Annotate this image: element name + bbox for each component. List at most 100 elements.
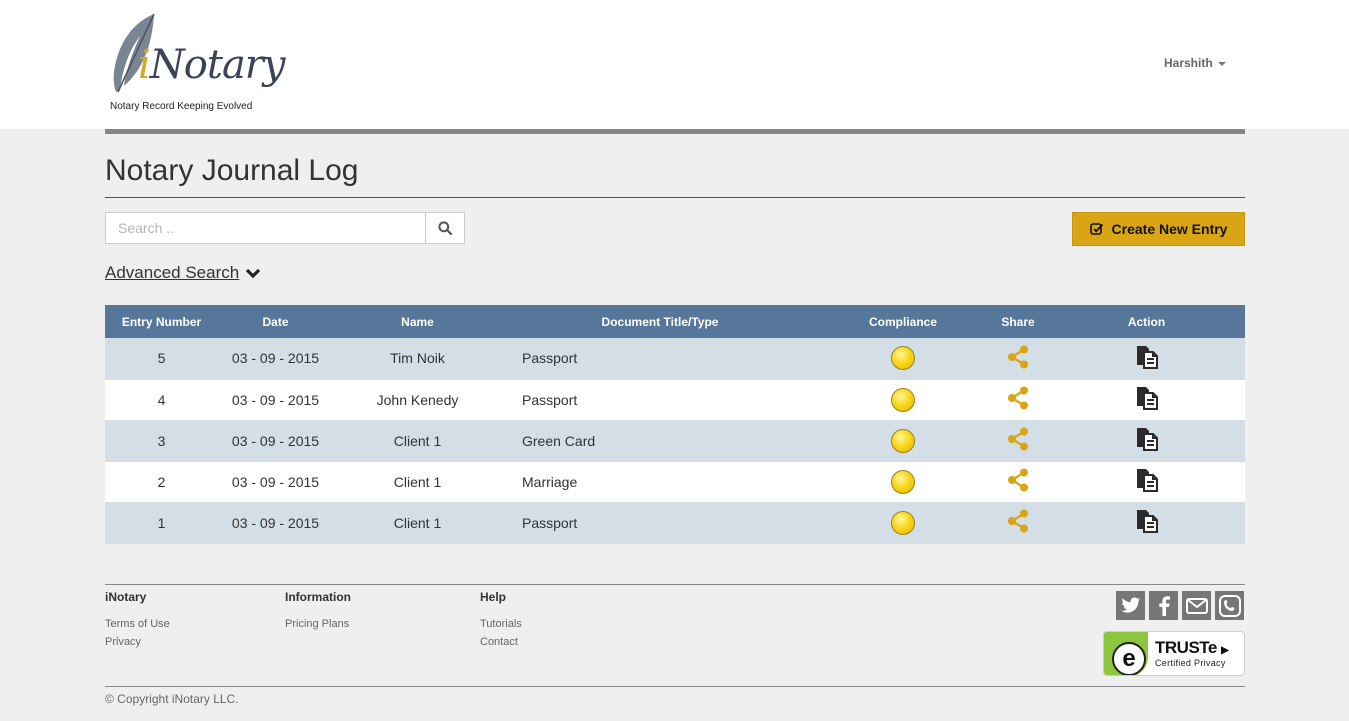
cell-share [988, 338, 1048, 380]
email-button[interactable] [1182, 591, 1211, 620]
facebook-button[interactable] [1149, 591, 1178, 620]
page-title: Notary Journal Log [105, 154, 359, 187]
twitter-icon [1121, 597, 1140, 613]
advanced-search-label: Advanced Search [105, 263, 240, 282]
truste-name-text: TRUSTe [1155, 638, 1217, 657]
email-icon [1185, 597, 1208, 614]
title-divider [105, 197, 1245, 198]
cell-action [1048, 461, 1245, 503]
create-button-label: Create New Entry [1111, 221, 1228, 237]
compliance-status-icon[interactable] [891, 387, 915, 412]
col-header-document[interactable]: Document Title/Type [502, 305, 818, 338]
user-menu-dropdown[interactable]: Harshith [1164, 56, 1226, 70]
table-row[interactable]: 1 03 - 09 - 2015 Client 1 Passport [105, 502, 1245, 544]
cell-compliance [818, 502, 988, 544]
copyright-text: © Copyright iNotary LLC. [105, 692, 239, 706]
cell-document: Passport [502, 502, 818, 544]
col-header-compliance[interactable]: Compliance [818, 305, 988, 338]
compliance-status-icon[interactable] [891, 469, 915, 494]
copy-document-icon[interactable] [1135, 386, 1159, 413]
footer-column-information: Information Pricing Plans [285, 590, 351, 636]
cell-date: 03 - 09 - 2015 [218, 502, 333, 544]
logo-tagline: Notary Record Keeping Evolved [110, 101, 253, 112]
copy-document-icon[interactable] [1135, 509, 1159, 536]
col-header-entry-number[interactable]: Entry Number [105, 305, 218, 338]
footer-divider-top [105, 584, 1245, 585]
cell-compliance [818, 338, 988, 380]
compliance-status-icon[interactable] [891, 428, 915, 453]
cell-document: Passport [502, 338, 818, 380]
col-header-share: Share [988, 305, 1048, 338]
advanced-search-toggle[interactable]: Advanced Search [105, 263, 261, 283]
copy-document-icon[interactable] [1135, 468, 1159, 495]
cell-document: Green Card [502, 420, 818, 462]
footer-heading-information: Information [285, 590, 351, 604]
cell-date: 03 - 09 - 2015 [218, 461, 333, 503]
footer-link-pricing[interactable]: Pricing Plans [285, 618, 351, 630]
copy-document-icon[interactable] [1135, 427, 1159, 454]
cell-name: Client 1 [333, 420, 502, 462]
chevron-down-icon [246, 268, 261, 278]
search-button[interactable] [425, 212, 465, 244]
footer-divider-bottom [105, 686, 1245, 687]
cell-action [1048, 502, 1245, 544]
share-icon[interactable] [1007, 386, 1029, 413]
cell-action [1048, 420, 1245, 462]
user-name: Harshith [1164, 56, 1213, 70]
compliance-status-icon[interactable] [891, 346, 915, 371]
cell-entry-number: 2 [105, 461, 218, 503]
footer-heading-inotary: iNotary [105, 590, 147, 604]
table-row[interactable]: 4 03 - 09 - 2015 John Kenedy Passport [105, 379, 1245, 421]
cell-document: Marriage [502, 461, 818, 503]
cell-share [988, 502, 1048, 544]
footer-heading-help: Help [480, 590, 507, 604]
col-header-name[interactable]: Name [333, 305, 502, 338]
cell-entry-number: 5 [105, 338, 218, 380]
cell-document: Passport [502, 379, 818, 421]
col-header-date[interactable]: Date [218, 305, 333, 338]
cell-name: Tim Noik [333, 338, 502, 380]
cell-compliance [818, 420, 988, 462]
table-row[interactable]: 5 03 - 09 - 2015 Tim Noik Passport [105, 338, 1245, 380]
share-icon[interactable] [1007, 427, 1029, 454]
header-divider-bar [105, 129, 1245, 134]
cell-compliance [818, 461, 988, 503]
phone-button[interactable] [1215, 591, 1244, 620]
cell-date: 03 - 09 - 2015 [218, 420, 333, 462]
cell-date: 03 - 09 - 2015 [218, 338, 333, 380]
table-row[interactable]: 3 03 - 09 - 2015 Client 1 Green Card [105, 420, 1245, 462]
table-row[interactable]: 2 03 - 09 - 2015 Client 1 Marriage [105, 461, 1245, 503]
share-icon[interactable] [1007, 509, 1029, 536]
cell-action [1048, 379, 1245, 421]
truste-subtitle: Certified Privacy [1155, 658, 1226, 668]
cell-date: 03 - 09 - 2015 [218, 379, 333, 421]
cell-action [1048, 338, 1245, 380]
truste-name: TRUSTe ▶ [1155, 638, 1229, 658]
cell-name: John Kenedy [333, 379, 502, 421]
share-icon[interactable] [1007, 468, 1029, 495]
cell-entry-number: 4 [105, 379, 218, 421]
footer-link-contact[interactable]: Contact [480, 636, 522, 648]
cell-entry-number: 3 [105, 420, 218, 462]
search-input[interactable] [105, 212, 426, 244]
inotary-logo[interactable]: iNotary Notary Record Keeping Evolved [104, 12, 286, 116]
create-new-entry-button[interactable]: Create New Entry [1072, 212, 1245, 246]
footer-link-privacy[interactable]: Privacy [105, 636, 170, 648]
truste-certified-badge[interactable]: e TRUSTe ▶ Certified Privacy [1103, 631, 1245, 676]
twitter-button[interactable] [1116, 591, 1145, 620]
cell-share [988, 461, 1048, 503]
copy-document-icon[interactable] [1135, 345, 1159, 372]
truste-arrow: ▶ [1221, 645, 1229, 656]
cell-compliance [818, 379, 988, 421]
cell-entry-number: 1 [105, 502, 218, 544]
caret-down-icon [1217, 61, 1226, 66]
footer-column-help: Help Tutorials Contact [480, 590, 522, 654]
share-icon[interactable] [1007, 345, 1029, 372]
footer-link-tutorials[interactable]: Tutorials [480, 618, 522, 630]
logo-wordmark: iNotary [138, 42, 286, 88]
footer-link-terms[interactable]: Terms of Use [105, 618, 170, 630]
footer-column-inotary: iNotary Terms of Use Privacy [105, 590, 170, 654]
truste-e-logo-icon: e [1112, 642, 1146, 675]
journal-table: Entry Number Date Name Document Title/Ty… [105, 305, 1245, 544]
compliance-status-icon[interactable] [891, 510, 915, 535]
